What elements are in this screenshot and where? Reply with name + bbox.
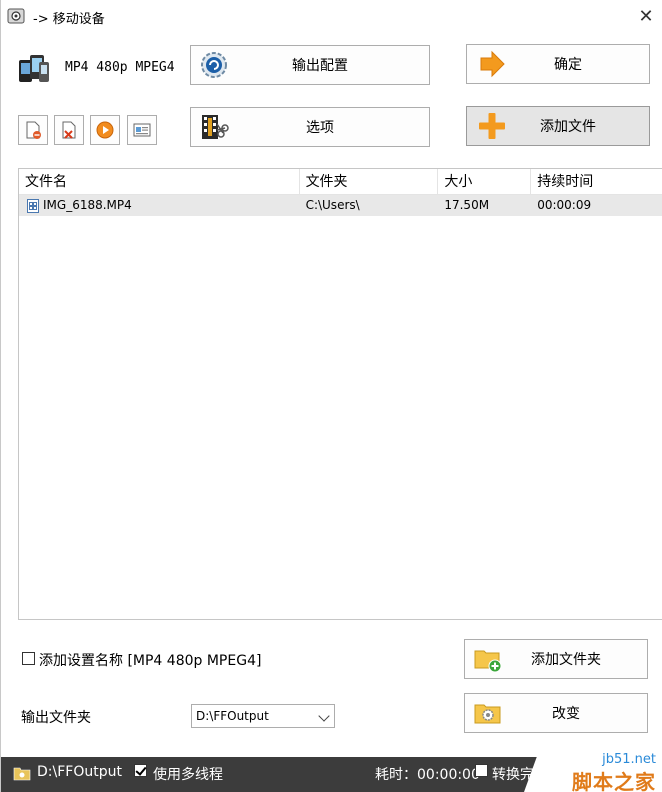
window-title: -> 移动设备: [33, 12, 105, 27]
ok-button[interactable]: 确定: [466, 44, 650, 84]
app-icon: [7, 8, 25, 24]
file-duration: 00:00:09: [537, 198, 592, 212]
watermark-line2: 脚本之家: [572, 770, 656, 792]
remove-file-button[interactable]: [18, 115, 48, 145]
file-name-cell: IMG_6188.MP4: [19, 195, 300, 216]
media-info-button[interactable]: [127, 115, 157, 145]
clear-list-button[interactable]: [54, 115, 84, 145]
column-header-duration[interactable]: 持续时间: [531, 169, 662, 194]
profile-label: MP4 480p MPEG4: [65, 60, 175, 75]
elapsed-time: 耗时：00:00:00: [375, 767, 480, 783]
file-size: 17.50M: [444, 198, 490, 212]
add-name-checkbox[interactable]: [22, 652, 35, 665]
multithread-label: 使用多线程: [153, 767, 223, 783]
close-button[interactable]: ✕: [629, 0, 662, 32]
column-header-size[interactable]: 大小: [438, 169, 532, 194]
remove-file-icon: [26, 121, 41, 139]
add-file-button[interactable]: 添加文件: [466, 106, 650, 146]
arrow-right-icon: [480, 50, 505, 78]
change-button[interactable]: 改变: [464, 693, 648, 733]
add-folder-button[interactable]: 添加文件夹: [464, 639, 648, 679]
close-icon: ✕: [638, 5, 654, 27]
output-config-button[interactable]: 输出配置: [190, 45, 430, 85]
folder-gear-icon: [474, 704, 501, 724]
film-scissors-icon: [202, 115, 229, 139]
title-bar: -> 移动设备 ✕: [1, 0, 662, 32]
file-list[interactable]: 文件名 文件夹 大小 持续时间 IMG_6188.MP4 C:\Users\ 1…: [18, 168, 662, 620]
output-folder-value: D:\FFOutput: [196, 709, 269, 723]
video-file-icon: [27, 198, 39, 213]
status-output-path[interactable]: D:\FFOutput: [37, 764, 122, 780]
play-button[interactable]: [90, 115, 120, 145]
multithread-checkbox[interactable]: [134, 764, 147, 777]
phones-icon: [19, 55, 49, 82]
file-list-header: 文件名 文件夹 大小 持续时间: [19, 169, 662, 195]
app-window: -> 移动设备 ✕ MP4 480p MPEG4 输出配置 确定 选项 添加文件…: [0, 0, 662, 792]
folder-add-icon: [474, 650, 502, 673]
output-folder-label: 输出文件夹: [21, 710, 91, 726]
gear-icon: [201, 52, 227, 78]
watermark-line1: jb51.net: [602, 752, 656, 767]
folder-icon: [13, 767, 31, 781]
add-name-label: 添加设置名称 [MP4 480p MPEG4]: [39, 653, 262, 669]
chevron-down-icon: [318, 710, 330, 722]
play-icon: [96, 121, 114, 139]
options-button[interactable]: 选项: [190, 107, 430, 147]
plus-icon: [479, 113, 505, 139]
column-header-folder[interactable]: 文件夹: [300, 169, 439, 194]
file-name: IMG_6188.MP4: [43, 198, 132, 212]
clear-list-icon: [62, 121, 76, 139]
file-folder: C:\Users\: [305, 198, 360, 212]
output-folder-select[interactable]: D:\FFOutput: [191, 704, 335, 728]
table-row[interactable]: IMG_6188.MP4 C:\Users\ 17.50M 00:00:09: [19, 195, 662, 216]
media-info-icon: [133, 123, 151, 137]
convert-complete-checkbox[interactable]: [475, 764, 488, 777]
column-header-name[interactable]: 文件名: [19, 169, 300, 194]
